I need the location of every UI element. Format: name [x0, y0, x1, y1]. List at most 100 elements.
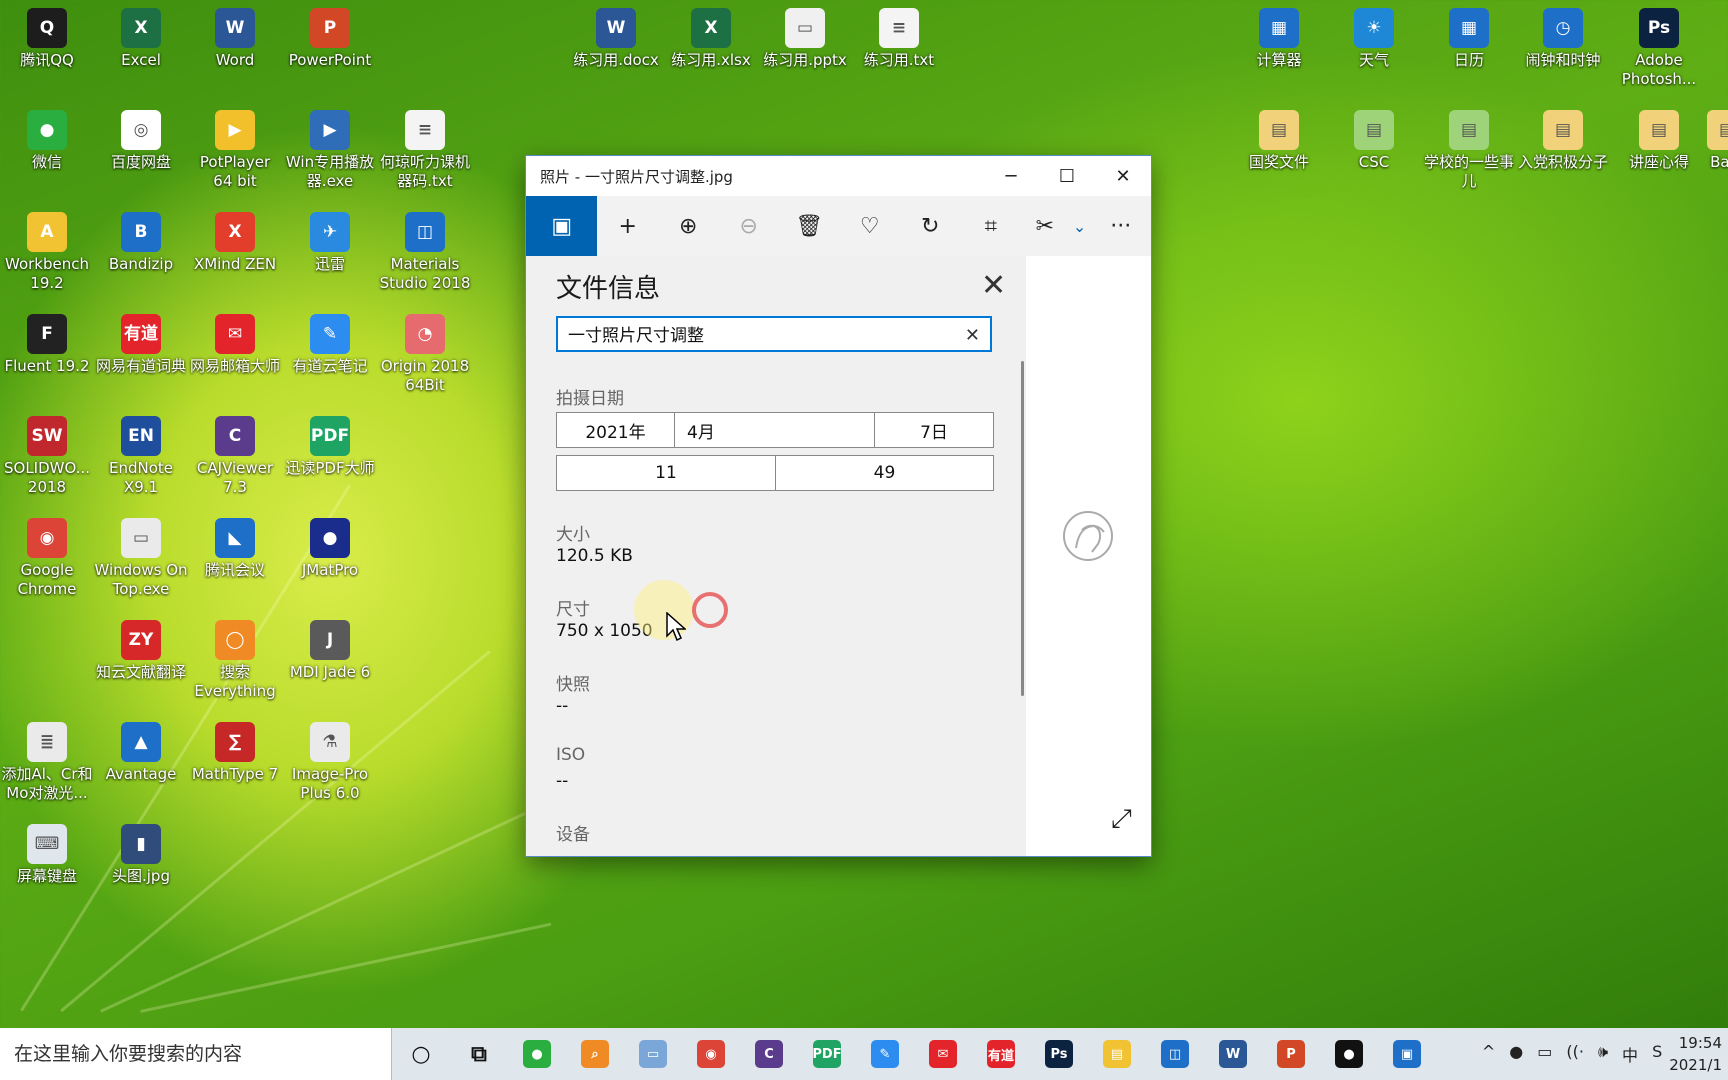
- word-button[interactable]: W: [1204, 1028, 1262, 1080]
- desktop-icon[interactable]: PDF 迅读PDF大师: [283, 416, 377, 478]
- desktop-icon[interactable]: ✎ 有道云笔记: [283, 314, 377, 376]
- zoom-out-icon[interactable]: ⊖: [718, 196, 779, 256]
- hour-field[interactable]: 11: [557, 456, 776, 490]
- desktop-icon[interactable]: ⌨ 屏幕键盘: [0, 824, 94, 886]
- desktop-icon[interactable]: W Word: [188, 8, 282, 70]
- desktop-icon[interactable]: ◉ Google Chrome: [0, 518, 94, 599]
- day-field[interactable]: 7日: [875, 413, 993, 447]
- desktop-icon[interactable]: ● JMatPro: [283, 518, 377, 580]
- maximize-button[interactable]: ☐: [1039, 156, 1095, 196]
- clock[interactable]: 19:54 2021/1: [1669, 1032, 1728, 1076]
- delete-icon[interactable]: 🗑: [779, 196, 840, 256]
- mail-master-button[interactable]: ✉: [914, 1028, 972, 1080]
- desktop-icon[interactable]: 有道 网易有道词典: [94, 314, 188, 376]
- time-picker[interactable]: 11 49: [556, 455, 994, 491]
- desktop-icon[interactable]: C CAJViewer 7.3: [188, 416, 282, 497]
- tray-icon[interactable]: 中: [1622, 1042, 1638, 1066]
- desktop-icon[interactable]: X XMind ZEN: [188, 212, 282, 274]
- desktop-icon[interactable]: ● 微信: [0, 110, 94, 172]
- desktop-icon[interactable]: ✉ 网易邮箱大师: [188, 314, 282, 376]
- month-field[interactable]: 4月: [675, 413, 875, 447]
- tray-icon[interactable]: S: [1652, 1042, 1662, 1066]
- desktop-icon[interactable]: ▤ CSC: [1327, 110, 1421, 172]
- panel-scrollbar[interactable]: [1021, 361, 1024, 696]
- desktop-icon[interactable]: W 练习用.docx: [569, 8, 663, 70]
- tray-icon[interactable]: ●: [1509, 1042, 1523, 1066]
- desktop-icon[interactable]: ◣ 腾讯会议: [188, 518, 282, 580]
- desktop-icon[interactable]: ≡ 练习用.txt: [852, 8, 946, 70]
- wechat-button[interactable]: ●: [508, 1028, 566, 1080]
- desktop-icon[interactable]: B Bandizip: [94, 212, 188, 274]
- desktop-icon[interactable]: ◷ 闹钟和时钟: [1516, 8, 1610, 70]
- close-panel-button[interactable]: ✕: [981, 268, 1006, 303]
- add-icon[interactable]: +: [597, 196, 658, 256]
- desktop-icon[interactable]: ◯ 搜索 Everything: [188, 620, 282, 701]
- desktop-icon[interactable]: ≣ 添加Al、Cr和Mo对激光...: [0, 722, 94, 803]
- desktop-icon[interactable]: ▲ Avantage: [94, 722, 188, 784]
- desktop-icon[interactable]: ▶ PotPlayer 64 bit: [188, 110, 282, 191]
- desktop-icon[interactable]: ▤ 国奖文件: [1232, 110, 1326, 172]
- photos-button[interactable]: ▣: [1378, 1028, 1436, 1080]
- desktop-icon[interactable]: P PowerPoint: [283, 8, 377, 70]
- desktop-icon[interactable]: ◎ 百度网盘: [94, 110, 188, 172]
- desktop-icon[interactable]: ∑ MathType 7: [188, 722, 282, 784]
- edit-icon[interactable]: ✂: [1021, 196, 1069, 256]
- windows-on-top-button[interactable]: ▭: [624, 1028, 682, 1080]
- minute-field[interactable]: 49: [776, 456, 993, 490]
- file-explorer-button[interactable]: ▤: [1088, 1028, 1146, 1080]
- task-view-button[interactable]: ⧉: [450, 1028, 508, 1080]
- recorder-button[interactable]: ●: [1320, 1028, 1378, 1080]
- desktop-icon[interactable]: A Workbench 19.2: [0, 212, 94, 293]
- desktop-icon[interactable]: F Fluent 19.2: [0, 314, 94, 376]
- photoshop-button[interactable]: Ps: [1030, 1028, 1088, 1080]
- desktop-icon[interactable]: ▦ 计算器: [1232, 8, 1326, 70]
- pdf-button[interactable]: PDF: [798, 1028, 856, 1080]
- more-icon[interactable]: ···: [1090, 196, 1151, 256]
- year-field[interactable]: 2021年: [557, 413, 675, 447]
- minimize-button[interactable]: ─: [983, 156, 1039, 196]
- desktop-icon[interactable]: ⚗ Image-Pro Plus 6.0: [283, 722, 377, 803]
- tray-icon[interactable]: 🕪: [1598, 1042, 1608, 1066]
- everything-button[interactable]: ⌕: [566, 1028, 624, 1080]
- zoom-in-icon[interactable]: ⊕: [658, 196, 719, 256]
- desktop-icon[interactable]: ▶ Win专用播放器.exe: [283, 110, 377, 191]
- crop-icon[interactable]: ⌗: [961, 196, 1022, 256]
- filename-input[interactable]: 一寸照片尺寸调整 ✕: [556, 316, 992, 352]
- desktop-icon[interactable]: ◫ Materials Studio 2018: [378, 212, 472, 293]
- close-button[interactable]: ✕: [1095, 156, 1151, 196]
- desktop-icon[interactable]: X 练习用.xlsx: [664, 8, 758, 70]
- cajviewer-button[interactable]: C: [740, 1028, 798, 1080]
- image-icon[interactable]: ▣: [526, 196, 598, 256]
- rotate-icon[interactable]: ↻: [900, 196, 961, 256]
- desktop-icon[interactable]: ▤ 入党积极分子: [1516, 110, 1610, 172]
- desktop-icon[interactable]: J MDI Jade 6: [283, 620, 377, 682]
- chrome-button[interactable]: ◉: [682, 1028, 740, 1080]
- taskbar-search-input[interactable]: 在这里输入你要搜索的内容: [0, 1028, 392, 1080]
- desktop-icon[interactable]: Q 腾讯QQ: [0, 8, 94, 70]
- clear-icon[interactable]: ✕: [965, 318, 980, 354]
- youdao-dict-button[interactable]: 有道: [972, 1028, 1030, 1080]
- tray-icon[interactable]: ▭: [1537, 1042, 1552, 1066]
- desktop-icon[interactable]: ▦ 日历: [1422, 8, 1516, 70]
- expand-icon[interactable]: ⤢: [1111, 804, 1132, 835]
- desktop-icon[interactable]: ▤ Ba...: [1680, 110, 1728, 172]
- powerpoint-button[interactable]: P: [1262, 1028, 1320, 1080]
- desktop-icon[interactable]: ≡ 何琼听力课机器码.txt: [378, 110, 472, 191]
- materials-studio-button[interactable]: ◫: [1146, 1028, 1204, 1080]
- desktop-icon[interactable]: ▭ 练习用.pptx: [758, 8, 852, 70]
- desktop-icon[interactable]: ☀ 天气: [1327, 8, 1421, 70]
- tray-icon[interactable]: ((·: [1566, 1042, 1584, 1066]
- desktop-icon[interactable]: ◔ Origin 2018 64Bit: [378, 314, 472, 395]
- desktop-icon[interactable]: X Excel: [94, 8, 188, 70]
- favorite-icon[interactable]: ♡: [839, 196, 900, 256]
- tray-icon[interactable]: ^: [1482, 1042, 1495, 1066]
- desktop-icon[interactable]: ZY 知云文献翻译: [94, 620, 188, 682]
- desktop-icon[interactable]: Ps Adobe Photosh...: [1612, 8, 1706, 89]
- desktop-icon[interactable]: ▭ Windows On Top.exe: [94, 518, 188, 599]
- desktop-icon[interactable]: ▮ 头图.jpg: [94, 824, 188, 886]
- date-picker[interactable]: 2021年 4月 7日: [556, 412, 994, 448]
- youdao-note-button[interactable]: ✎: [856, 1028, 914, 1080]
- chevron-down-icon[interactable]: ⌄: [1069, 196, 1091, 256]
- desktop-icon[interactable]: SW SOLIDWO... 2018: [0, 416, 94, 497]
- desktop-icon[interactable]: EN EndNote X9.1: [94, 416, 188, 497]
